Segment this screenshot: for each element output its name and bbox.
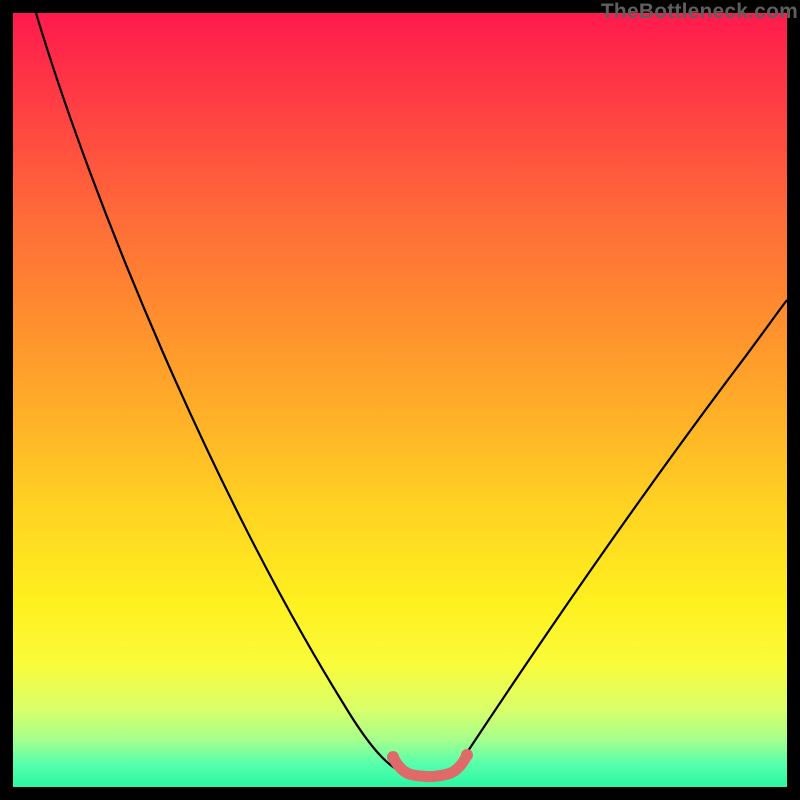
bottleneck-curve — [36, 13, 787, 777]
chart-frame — [13, 13, 787, 787]
optimal-zone-marker — [393, 755, 467, 777]
chart-svg — [13, 13, 787, 787]
watermark-text: TheBottleneck.com — [601, 0, 798, 24]
optimal-zone-endpoint-right — [461, 749, 473, 761]
optimal-zone-endpoint-left — [387, 751, 399, 763]
